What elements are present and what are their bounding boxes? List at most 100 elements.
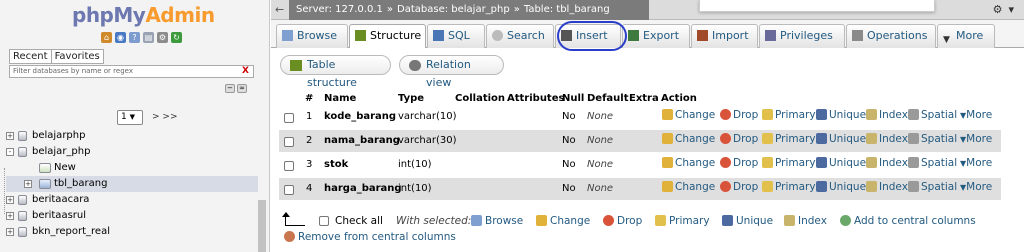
table-structure-button[interactable]: Table structure (280, 55, 391, 89)
tree-item-new[interactable]: New (6, 160, 258, 176)
column-header-extra[interactable]: Extra (629, 93, 659, 104)
row-checkbox[interactable] (284, 113, 294, 123)
bulk-unique-button[interactable]: Unique (722, 215, 773, 227)
back-arrow-icon[interactable]: ← (275, 3, 284, 16)
bulk-drop-button[interactable]: Drop (603, 215, 642, 227)
index-link[interactable]: Index (866, 109, 908, 121)
tree-item-belajar-php[interactable]: - belajar_php (6, 144, 258, 160)
reload-icon[interactable]: ↻ (171, 32, 182, 43)
more-link[interactable]: ▼More (960, 181, 992, 193)
breadcrumb-server[interactable]: Server: 127.0.0.1 (296, 4, 383, 15)
spatial-link[interactable]: Spatial (908, 157, 957, 169)
collapse-icon[interactable]: - (6, 148, 14, 156)
drop-link[interactable]: Drop (720, 133, 758, 145)
breadcrumb-database[interactable]: Database: belajar_php (397, 4, 510, 15)
page-select[interactable]: 1 ▼ (117, 110, 143, 125)
gear-icon[interactable]: ⚙ (157, 32, 168, 43)
tree-item-label[interactable]: beritaacara (32, 192, 89, 208)
tree-item-beritaasrul[interactable]: + beritaasrul (6, 208, 258, 224)
tab-privileges[interactable]: Privileges (759, 24, 845, 48)
database-filter-input[interactable]: Filter databases by name or regex (9, 65, 254, 78)
tree-item-bkn-report-real[interactable]: + bkn_report_real (6, 224, 258, 240)
add-central-columns-button[interactable]: Add to central columns (840, 215, 976, 227)
expand-icon[interactable]: + (6, 212, 14, 220)
drop-link[interactable]: Drop (720, 109, 758, 121)
page-next-link[interactable]: > >> (152, 112, 177, 122)
index-link[interactable]: Index (866, 133, 908, 145)
tab-browse[interactable]: Browse (276, 24, 348, 48)
tab-recent[interactable]: Recent (9, 49, 52, 64)
column-header-type[interactable]: Type (398, 93, 424, 104)
bulk-index-button[interactable]: Index (784, 215, 827, 227)
primary-link[interactable]: Primary (762, 181, 816, 193)
collapse-all-button[interactable]: − ∞ (225, 84, 247, 93)
tab-operations[interactable]: Operations (846, 24, 936, 48)
column-header-default[interactable]: Default (587, 93, 629, 104)
unique-link[interactable]: Unique (816, 133, 866, 145)
change-link[interactable]: Change (662, 157, 715, 169)
index-link[interactable]: Index (866, 157, 908, 169)
tab-favorites[interactable]: Favorites (50, 49, 104, 64)
primary-link[interactable]: Primary (762, 133, 816, 145)
bulk-primary-button[interactable]: Primary (655, 215, 710, 227)
check-all-label[interactable]: Check all (335, 215, 383, 227)
column-header-attributes[interactable]: Attributes (507, 93, 564, 104)
row-checkbox[interactable] (284, 161, 294, 171)
expand-icon[interactable]: + (6, 132, 14, 140)
tree-item-beritaacara[interactable]: + beritaacara (6, 192, 258, 208)
index-link[interactable]: Index (866, 181, 908, 193)
primary-link[interactable]: Primary (762, 109, 816, 121)
row-checkbox[interactable] (284, 137, 294, 147)
spatial-link[interactable]: Spatial (908, 109, 957, 121)
docs-icon[interactable]: ▤ (143, 32, 154, 43)
nav-scrollbar[interactable] (258, 200, 266, 252)
tree-item-label[interactable]: belajar_php (32, 144, 90, 160)
column-header-collation[interactable]: Collation (455, 93, 505, 104)
tab-more[interactable]: ▼ More (937, 24, 995, 48)
link-icon[interactable]: ∞ (237, 84, 247, 93)
drop-link[interactable]: Drop (720, 157, 758, 169)
more-link[interactable]: ▼More (960, 157, 992, 169)
tab-search[interactable]: Search (486, 24, 554, 48)
more-link[interactable]: ▼More (960, 109, 992, 121)
tree-item-label[interactable]: New (54, 160, 76, 176)
tree-item-tbl-barang[interactable]: + tbl_barang (6, 176, 258, 192)
change-link[interactable]: Change (662, 109, 715, 121)
tree-item-label[interactable]: tbl_barang (54, 176, 107, 192)
unique-link[interactable]: Unique (816, 157, 866, 169)
home-icon[interactable]: ⌂ (101, 32, 112, 43)
column-header-null[interactable]: Null (562, 93, 584, 104)
tree-item-belajarphp[interactable]: + belajarphp (6, 128, 258, 144)
primary-link[interactable]: Primary (762, 157, 816, 169)
tree-item-label[interactable]: beritaasrul (32, 208, 86, 224)
drop-link[interactable]: Drop (720, 181, 758, 193)
phpmyadmin-logo[interactable]: phpMyAdmin (72, 3, 215, 27)
relation-view-button[interactable]: Relation view (399, 55, 504, 89)
change-link[interactable]: Change (662, 181, 715, 193)
breadcrumb-table[interactable]: Table: tbl_barang (524, 4, 610, 15)
spatial-link[interactable]: Spatial (908, 181, 957, 193)
collapse-icon[interactable]: − (225, 84, 235, 93)
tree-item-label[interactable]: bkn_report_real (32, 224, 110, 240)
expand-icon[interactable]: + (6, 196, 14, 204)
help-icon[interactable]: ? (129, 32, 140, 43)
remove-central-columns-button[interactable]: Remove from central columns (284, 231, 456, 243)
more-link[interactable]: ▼More (960, 133, 992, 145)
row-checkbox[interactable] (284, 185, 294, 195)
column-header-name[interactable]: Name (324, 93, 356, 104)
logout-icon[interactable]: ◉ (115, 32, 126, 43)
bulk-browse-button[interactable]: Browse (471, 215, 523, 227)
bulk-change-button[interactable]: Change (536, 215, 590, 227)
unique-link[interactable]: Unique (816, 109, 866, 121)
filter-clear-icon[interactable]: X (242, 66, 249, 76)
change-link[interactable]: Change (662, 133, 715, 145)
check-all-checkbox[interactable] (319, 216, 329, 226)
tab-structure[interactable]: Structure (349, 24, 426, 48)
spatial-link[interactable]: Spatial (908, 133, 957, 145)
tab-import[interactable]: Import (691, 24, 758, 48)
tab-export[interactable]: Export (622, 24, 690, 48)
expand-icon[interactable]: + (24, 180, 32, 188)
tree-item-label[interactable]: belajarphp (32, 128, 85, 144)
tab-sql[interactable]: SQL (427, 24, 485, 48)
unique-link[interactable]: Unique (816, 181, 866, 193)
